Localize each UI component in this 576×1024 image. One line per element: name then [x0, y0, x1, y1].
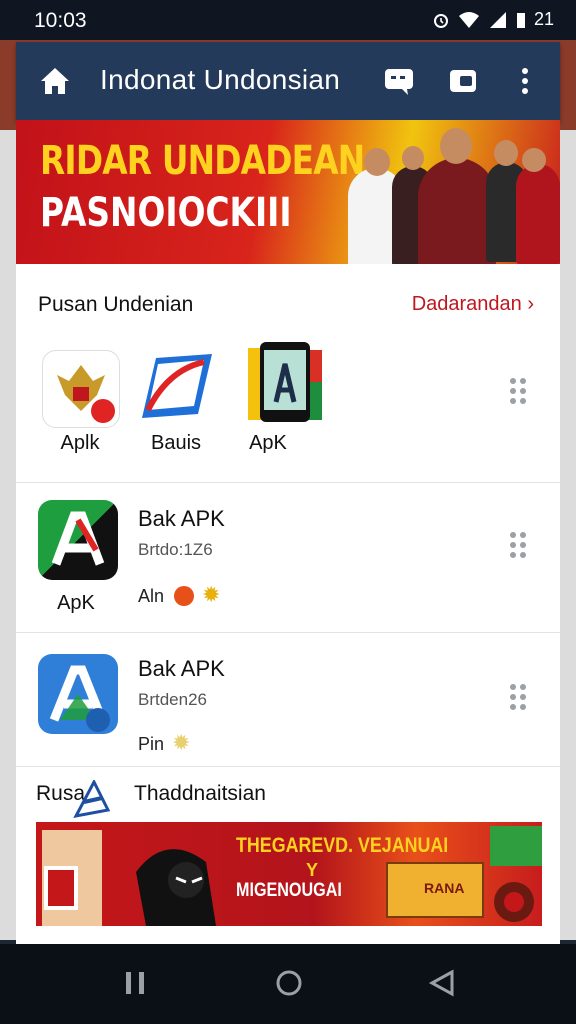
app-icon-apk-phone[interactable]	[248, 342, 324, 422]
decoration-icon	[490, 826, 542, 922]
wallet-icon[interactable]	[446, 64, 480, 98]
section2-title-right: Thaddnaitsian	[134, 782, 266, 805]
more-vert-icon[interactable]	[508, 64, 542, 98]
alarm-icon	[433, 13, 448, 28]
apk-blue-icon	[38, 654, 118, 734]
app-bar: Indonat Undonsian	[16, 42, 560, 120]
back-icon[interactable]	[426, 966, 460, 1000]
banner-line1: RIDAR UNDADEAN	[40, 138, 365, 184]
home-button-icon[interactable]	[272, 966, 306, 1000]
signal-icon	[489, 11, 506, 28]
orange-dot-icon	[174, 586, 194, 606]
battery-level: 21	[533, 9, 554, 29]
app-title: Indonat Undonsian	[100, 64, 341, 95]
section-title: Pusan Undenian	[38, 293, 194, 316]
divider	[16, 766, 560, 767]
item-name: Bak APK	[138, 506, 225, 531]
app-icon-garuda[interactable]	[42, 350, 120, 428]
bottom-banner-line2: MIGENOUGAI	[236, 880, 342, 901]
bottom-banner-badge: RANA	[386, 862, 484, 918]
bottom-banner-mid: Y	[306, 860, 319, 880]
item-subtitle: Brtden26	[138, 690, 207, 709]
chat-icon[interactable]	[382, 64, 416, 98]
item-subtitle: Brtdo:1Z6	[138, 540, 213, 559]
app-label: Bauis	[150, 432, 202, 454]
status-time: 10:03	[34, 9, 87, 32]
drag-handle-icon[interactable]	[510, 378, 528, 406]
bottom-promo-banner[interactable]: THEGAREVD. VEJANUAI Y MIGENOUGAI RANA	[36, 822, 542, 926]
drag-handle-icon[interactable]	[510, 684, 528, 712]
item-meta: Pin	[138, 734, 165, 754]
status-icons: 21	[432, 9, 554, 30]
sun-icon: ✹	[172, 730, 191, 755]
main-card: RIDAR UNDADEAN PASNOIOCKIII Pusan Undeni…	[16, 120, 560, 944]
app-icon-bauis[interactable]	[138, 350, 214, 426]
app-label: ApK	[57, 592, 95, 614]
wifi-icon	[458, 11, 479, 28]
item-name: Bak APK	[138, 656, 225, 681]
section-see-all-link[interactable]: Dadarandan ›	[412, 293, 534, 316]
item-meta: Aln	[138, 586, 165, 606]
bottom-banner-line1: THEGAREVD. VEJANUAI	[236, 834, 449, 857]
app-label: Aplk	[60, 432, 100, 454]
drag-handle-icon[interactable]	[510, 532, 528, 560]
battery-icon	[516, 12, 525, 28]
home-icon[interactable]	[38, 64, 72, 98]
banner-line2: PASNOIOCKIII	[40, 190, 292, 236]
badge-text: RANA	[424, 880, 465, 896]
system-nav-bar	[0, 944, 576, 1024]
divider	[16, 632, 560, 633]
sun-icon: ✹	[202, 582, 221, 607]
apk-green-icon	[38, 500, 118, 580]
promo-banner[interactable]: RIDAR UNDADEAN PASNOIOCKIII	[16, 120, 560, 264]
cartoon-figure-icon	[42, 830, 216, 926]
app-label: ApK	[249, 432, 287, 454]
divider	[16, 482, 560, 483]
status-bar: 10:03 21	[0, 0, 576, 40]
recent-apps-icon[interactable]	[122, 966, 150, 1000]
hat-icon	[73, 780, 111, 819]
